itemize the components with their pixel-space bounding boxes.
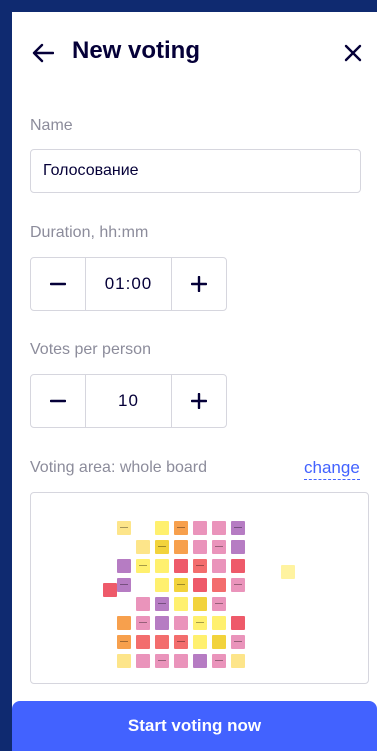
- minus-icon: [50, 399, 66, 403]
- name-label: Name: [30, 117, 73, 134]
- board-sticky-note: [136, 559, 150, 573]
- board-sticky-note: [212, 597, 226, 611]
- board-sticky-note: [117, 654, 131, 668]
- votes-increment-button[interactable]: [172, 375, 226, 427]
- board-sticky-note: [155, 654, 169, 668]
- board-sticky-note: [155, 559, 169, 573]
- board-sticky-note: [281, 565, 295, 579]
- board-sticky-note: [231, 559, 245, 573]
- voting-area-label: Voting area: whole board: [30, 459, 208, 476]
- board-sticky-note: [212, 540, 226, 554]
- start-voting-button[interactable]: Start voting now: [12, 701, 377, 751]
- board-sticky-note: [155, 597, 169, 611]
- board-sticky-note: [174, 597, 188, 611]
- board-sticky-note: [193, 597, 207, 611]
- board-sticky-note: [231, 540, 245, 554]
- board-sticky-note: [193, 654, 207, 668]
- board-sticky-note: [212, 559, 226, 573]
- board-sticky-note: [155, 635, 169, 649]
- board-sticky-note: [231, 616, 245, 630]
- close-icon: [344, 44, 362, 62]
- board-sticky-note: [103, 583, 117, 597]
- close-button[interactable]: [336, 36, 370, 70]
- board-sticky-note: [174, 540, 188, 554]
- page-title: New voting: [72, 37, 201, 64]
- duration-decrement-button[interactable]: [31, 258, 85, 310]
- board-sticky-note: [136, 654, 150, 668]
- board-sticky-note: [193, 635, 207, 649]
- panel-header: New voting: [12, 12, 377, 92]
- change-area-link[interactable]: change: [304, 457, 360, 480]
- board-sticky-note: [155, 616, 169, 630]
- duration-stepper: 01:00: [30, 257, 227, 311]
- board-sticky-note: [231, 654, 245, 668]
- board-sticky-note: [117, 578, 131, 592]
- board-sticky-note: [155, 521, 169, 535]
- votes-stepper: 10: [30, 374, 227, 428]
- board-sticky-note: [117, 521, 131, 535]
- board-sticky-note: [174, 559, 188, 573]
- board-preview: [30, 492, 369, 684]
- board-sticky-note: [212, 654, 226, 668]
- board-sticky-note: [212, 578, 226, 592]
- votes-label: Votes per person: [30, 341, 151, 358]
- votes-decrement-button[interactable]: [31, 375, 85, 427]
- board-sticky-note: [174, 654, 188, 668]
- duration-value[interactable]: 01:00: [85, 258, 172, 310]
- board-sticky-note: [117, 635, 131, 649]
- duration-label: Duration, hh:mm: [30, 224, 149, 241]
- board-sticky-note: [155, 578, 169, 592]
- minus-icon: [50, 282, 66, 286]
- board-sticky-note: [136, 540, 150, 554]
- board-sticky-note: [136, 635, 150, 649]
- board-sticky-note: [117, 616, 131, 630]
- votes-value[interactable]: 10: [85, 375, 172, 427]
- board-sticky-note: [155, 540, 169, 554]
- duration-increment-button[interactable]: [172, 258, 226, 310]
- back-button[interactable]: [26, 36, 60, 70]
- board-sticky-note: [231, 521, 245, 535]
- board-sticky-note: [212, 616, 226, 630]
- board-sticky-note: [231, 578, 245, 592]
- name-input[interactable]: [30, 149, 361, 193]
- board-sticky-note: [174, 635, 188, 649]
- board-sticky-note: [193, 540, 207, 554]
- board-sticky-note: [136, 597, 150, 611]
- board-sticky-note: [174, 616, 188, 630]
- board-sticky-note: [212, 635, 226, 649]
- board-sticky-note: [193, 559, 207, 573]
- board-sticky-note: [193, 616, 207, 630]
- plus-icon: [191, 393, 207, 409]
- board-sticky-note: [174, 578, 188, 592]
- board-sticky-note: [212, 521, 226, 535]
- board-sticky-note: [117, 559, 131, 573]
- board-sticky-note: [193, 521, 207, 535]
- plus-icon: [191, 276, 207, 292]
- board-sticky-note: [136, 616, 150, 630]
- board-sticky-note: [193, 578, 207, 592]
- arrow-left-icon: [32, 43, 54, 63]
- board-sticky-note: [174, 521, 188, 535]
- board-sticky-note: [231, 635, 245, 649]
- voting-panel: New voting Name Duration, hh:mm 01:00 Vo…: [12, 12, 377, 751]
